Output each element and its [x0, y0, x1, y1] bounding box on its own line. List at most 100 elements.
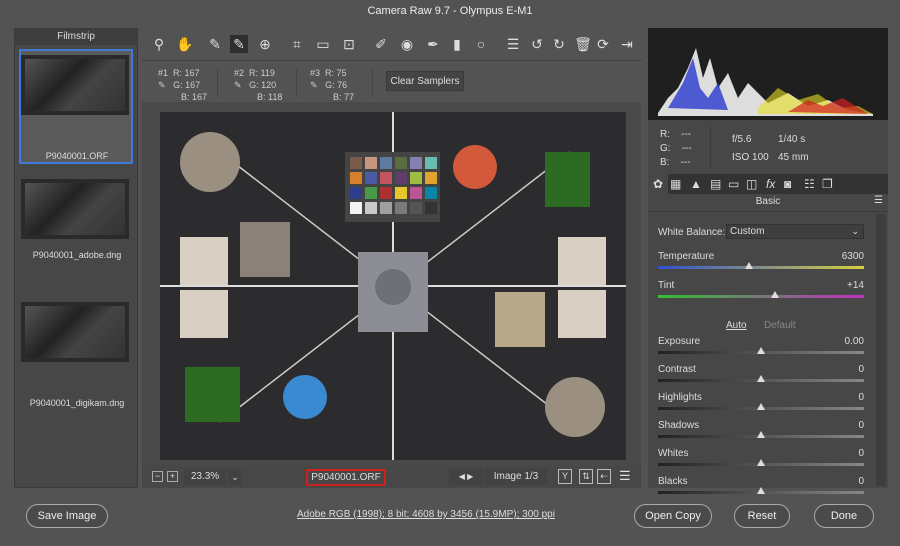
adjustment-brush-icon[interactable]: ✒ — [424, 35, 442, 53]
basic-tab-icon[interactable]: ✿ — [648, 174, 668, 194]
cursor-rgb-readout: R: --- G: --- B: --- — [660, 128, 692, 170]
eyedropper-icon: ✎ — [310, 80, 318, 90]
chevron-down-icon: ⌄ — [851, 226, 859, 236]
done-button[interactable]: Done — [814, 504, 874, 528]
hand-icon[interactable]: ✋ — [176, 35, 194, 53]
transform-icon[interactable]: ⊡ — [340, 35, 358, 53]
zoom-level[interactable]: 23.3% — [184, 469, 226, 485]
slider-value[interactable]: 0 — [858, 448, 864, 459]
prev-next-image-buttons[interactable]: ◀ ▶ — [449, 469, 483, 485]
rotate-right-icon[interactable]: ↻ — [550, 35, 568, 53]
presets-tab-icon[interactable]: ☷ — [804, 174, 815, 194]
default-button[interactable]: Default — [764, 320, 796, 331]
slider-value[interactable]: 0.00 — [845, 336, 864, 347]
straighten-icon[interactable]: ▭ — [314, 35, 332, 53]
temperature-slider[interactable] — [658, 266, 864, 269]
auto-button[interactable]: Auto — [726, 320, 747, 331]
spot-removal-icon[interactable]: ✐ — [372, 35, 390, 53]
clear-samplers-button[interactable]: Clear Samplers — [386, 71, 464, 91]
preferences-icon[interactable]: ☰ — [504, 35, 522, 53]
lens-corrections-tab-icon[interactable]: ◫ — [746, 174, 757, 194]
panel-scrollbar[interactable] — [876, 214, 886, 486]
window-title: Camera Raw 9.7 - Olympus E-M1 — [367, 5, 533, 17]
red-eye-icon[interactable]: ◉ — [398, 35, 416, 53]
g-label: G: — [660, 143, 671, 154]
sampler-g: G: 120 — [249, 80, 277, 90]
swap-settings-icon[interactable]: ⇅ — [579, 469, 593, 484]
slider-handle[interactable] — [757, 347, 765, 354]
zoom-out-button[interactable]: − — [152, 471, 163, 482]
tint-slider[interactable] — [658, 295, 864, 298]
eyedropper-icon: ✎ — [234, 80, 242, 90]
fullscreen-icon[interactable]: ⇥ — [618, 35, 636, 53]
chevron-down-icon[interactable]: ⌄ — [228, 469, 242, 485]
slider-handle[interactable] — [757, 403, 765, 410]
snapshots-tab-icon[interactable]: ❐ — [822, 174, 833, 194]
slider-label: Blacks — [658, 476, 688, 487]
sync-icon[interactable]: ⟳ — [594, 35, 612, 53]
sampler-1: #1 R: 167 ✎ G: 167 B: 167 — [158, 67, 207, 103]
copy-settings-icon[interactable]: ⇠ — [597, 469, 611, 484]
g-value: --- — [681, 143, 692, 154]
panel-menu-icon[interactable]: ☰ — [874, 195, 883, 206]
slider-label: Tint — [658, 280, 675, 291]
reset-button[interactable]: Reset — [734, 504, 790, 528]
preview-preferences-icon[interactable]: ☰ — [619, 468, 631, 484]
slider-handle[interactable] — [744, 262, 753, 269]
white-balance-value: Custom — [730, 226, 765, 237]
slider-value[interactable]: 0 — [858, 420, 864, 431]
targeted-adjustment-icon[interactable]: ⊕ — [256, 35, 274, 53]
thumbnail[interactable] — [21, 55, 129, 115]
filmstrip-label: P9040001_digikam.dng — [29, 398, 125, 408]
split-toning-tab-icon[interactable]: ▭ — [728, 174, 739, 194]
effects-tab-icon[interactable]: fx — [766, 174, 775, 194]
graduated-filter-icon[interactable]: ▮ — [448, 35, 466, 53]
thumbnail[interactable] — [21, 302, 129, 362]
focal-length: 45 mm — [778, 152, 809, 163]
sampler-r: R: 119 — [249, 68, 275, 78]
slider-value[interactable]: 6300 — [842, 251, 864, 262]
slider-value[interactable]: +14 — [847, 280, 864, 291]
slider-handle[interactable] — [757, 487, 765, 494]
slider-label: Highlights — [658, 392, 702, 403]
filmstrip-label: P9040001.ORF — [45, 151, 109, 161]
slider-value[interactable]: 0 — [858, 476, 864, 487]
white-balance-select[interactable]: Custom ⌄ — [726, 224, 864, 239]
radial-filter-icon[interactable]: ○ — [472, 35, 490, 53]
iso: ISO 100 — [732, 152, 769, 163]
sampler-3: #3 R: 75 ✎ G: 76 B: 77 — [310, 67, 354, 103]
adjustments-panel: R: --- G: --- B: --- f/5.6 1/40 s ISO 10… — [648, 28, 888, 494]
camera-calibration-tab-icon[interactable]: ◙ — [784, 174, 791, 194]
crop-icon[interactable]: ⌗ — [288, 35, 306, 53]
zoom-in-button[interactable]: + — [167, 471, 178, 482]
trash-icon[interactable]: 🗑 — [574, 35, 592, 53]
slider-handle[interactable] — [771, 291, 780, 298]
slider-handle[interactable] — [757, 459, 765, 466]
thumbnail[interactable] — [21, 179, 129, 239]
white-balance-icon[interactable]: ✎ — [206, 35, 224, 53]
b-label: B: — [660, 157, 670, 168]
save-image-button[interactable]: Save Image — [26, 504, 108, 528]
slider-label: Exposure — [658, 336, 701, 347]
zoom-icon[interactable]: ⚲ — [150, 35, 168, 53]
panel-tabs: ✿ ▦ ▲ ▤ ▭ ◫ fx ◙ ☷ ❐ — [648, 174, 888, 194]
sampler-id: #3 — [310, 68, 321, 78]
open-copy-button[interactable]: Open Copy — [634, 504, 712, 528]
slider-value[interactable]: 0 — [858, 392, 864, 403]
tone-curve-tab-icon[interactable]: ▦ — [670, 174, 681, 194]
preview-status-bar: − + 23.3% ⌄ P9040001.ORF ◀ ▶ Image 1/3 Y… — [142, 466, 641, 488]
before-after-icon[interactable]: Y — [558, 469, 572, 484]
hsl-tab-icon[interactable]: ▤ — [710, 174, 721, 194]
rotate-left-icon[interactable]: ↺ — [528, 35, 546, 53]
workflow-options-link[interactable]: Adobe RGB (1998); 8 bit; 4608 by 3456 (1… — [297, 509, 555, 520]
slider-handle[interactable] — [757, 431, 765, 438]
slider-label: Temperature — [658, 251, 715, 262]
b-value: --- — [680, 157, 691, 168]
color-samplers: #1 R: 167 ✎ G: 167 B: 167 #2 R: 119 ✎ G:… — [142, 60, 642, 102]
sampler-r: R: 75 — [325, 68, 347, 78]
color-sampler-icon[interactable]: ✎ — [230, 35, 248, 53]
image-preview-area[interactable] — [142, 102, 641, 466]
slider-value[interactable]: 0 — [858, 364, 864, 375]
detail-tab-icon[interactable]: ▲ — [690, 174, 702, 194]
slider-handle[interactable] — [757, 375, 765, 382]
